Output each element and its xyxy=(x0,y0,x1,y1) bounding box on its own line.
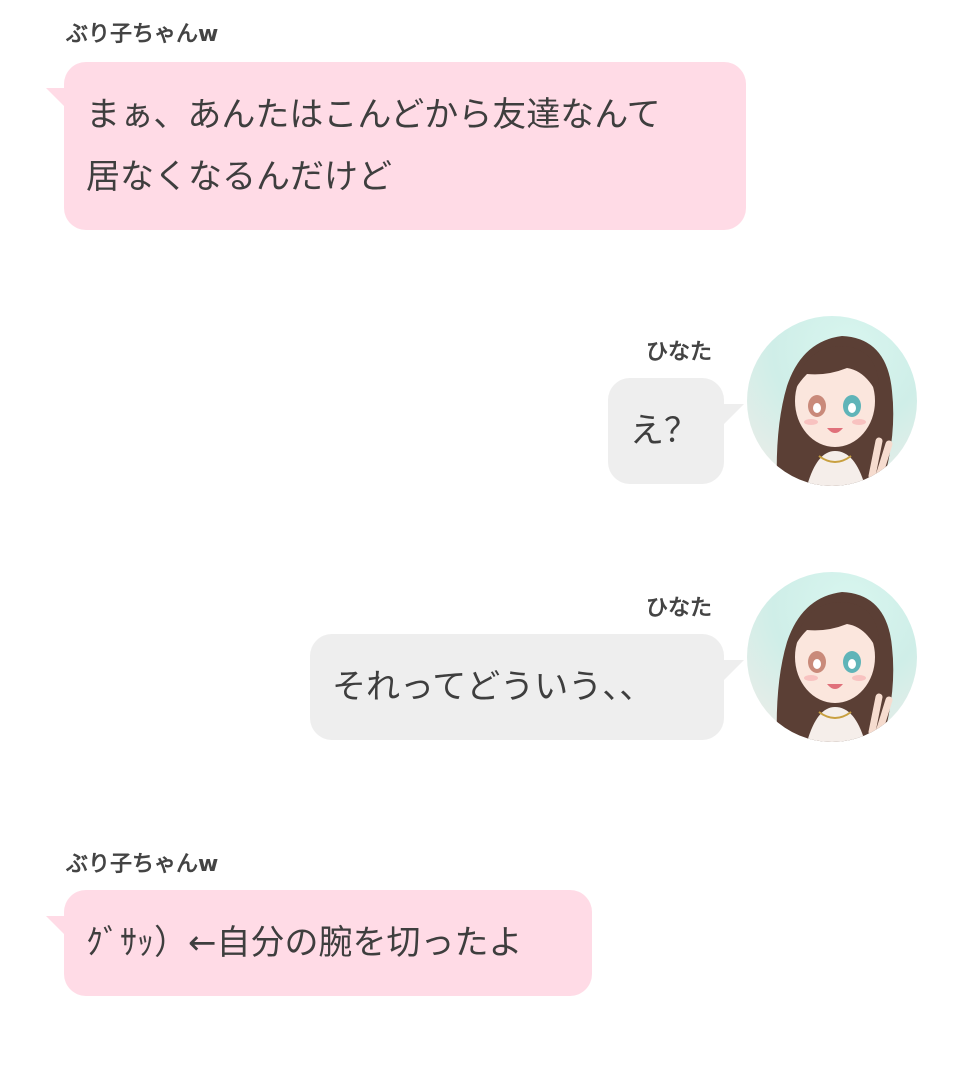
girl-avatar-icon xyxy=(776,336,894,486)
message-bubble[interactable]: それってどういう、、 xyxy=(310,634,724,740)
message-text: ｸﾞｻｯ）←自分の腕を切ったよ xyxy=(86,923,523,963)
bubble-tail xyxy=(722,660,744,682)
user-avatar[interactable] xyxy=(747,572,917,742)
sender-name: ひなた xyxy=(646,340,713,365)
message-text-line: まぁ、あんたはこんどから友達なんて xyxy=(86,95,661,135)
sender-name: ぶり子ちゃんw xyxy=(66,22,219,47)
message-bubble[interactable]: ｸﾞｻｯ）←自分の腕を切ったよ xyxy=(64,890,592,996)
user-avatar[interactable] xyxy=(747,316,917,486)
message-bubble[interactable]: え？ xyxy=(608,378,724,484)
sender-name: ぶり子ちゃんw xyxy=(66,852,219,877)
message-text-line: 居なくなるんだけど xyxy=(86,157,392,197)
message-bubble[interactable]: まぁ、あんたはこんどから友達なんて 居なくなるんだけど xyxy=(64,62,746,230)
girl-avatar-icon xyxy=(776,592,894,742)
message-text: それってどういう、、 xyxy=(332,667,654,707)
sender-name: ひなた xyxy=(646,596,713,621)
message-text: え？ xyxy=(630,411,698,451)
bubble-tail xyxy=(722,404,744,426)
